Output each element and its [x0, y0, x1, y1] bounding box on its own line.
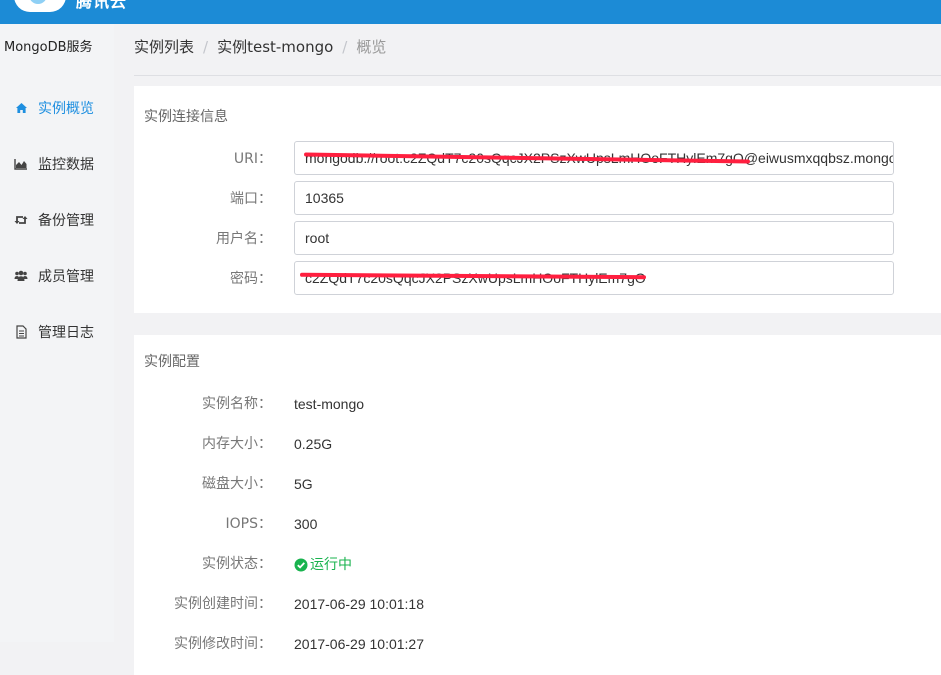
- username-value: root: [305, 230, 330, 246]
- top-bar: 腾讯云: [0, 0, 941, 24]
- info-label: 实例名称：: [202, 396, 272, 412]
- cloud-logo-icon: [14, 0, 66, 12]
- password-label: 密码：: [230, 271, 272, 287]
- breadcrumb: 实例列表 / 实例test-mongo / 概览: [134, 36, 386, 57]
- sidebar-nav: 实例概览 监控数据 备份管理 成员管理 管理日志: [0, 80, 114, 360]
- sidebar-item-label: 备份管理: [38, 213, 94, 229]
- section-title: 实例连接信息: [144, 109, 228, 125]
- area-chart-icon: [14, 157, 28, 171]
- sidebar-item-label: 实例概览: [38, 101, 94, 117]
- sidebar-item-backup[interactable]: 备份管理: [0, 192, 114, 248]
- info-label: 实例修改时间：: [174, 636, 272, 652]
- file-text-icon: [14, 325, 28, 339]
- section-title: 实例配置: [144, 354, 200, 370]
- port-label: 端口：: [230, 191, 272, 207]
- info-label: IOPS：: [225, 516, 272, 532]
- info-row-modified: 实例修改时间： 2017-06-29 10:01:27: [134, 634, 941, 654]
- uri-row: URI： mongodb://root:c2ZQdT7c20sQqcJX2PSz…: [134, 141, 941, 177]
- breadcrumb-current: 概览: [356, 38, 387, 56]
- retweet-icon: [14, 213, 28, 227]
- status-text: 运行中: [310, 556, 352, 572]
- port-field[interactable]: 10365: [294, 181, 894, 215]
- breadcrumb-separator: /: [342, 37, 348, 56]
- breadcrumb-instance-list[interactable]: 实例列表: [134, 36, 194, 57]
- disk-value: 5G: [294, 476, 313, 492]
- memory-value: 0.25G: [294, 436, 333, 452]
- info-row-created: 实例创建时间： 2017-06-29 10:01:18: [134, 594, 941, 614]
- info-label: 内存大小：: [202, 436, 272, 452]
- info-row-name: 实例名称： test-mongo: [134, 394, 941, 414]
- users-icon: [14, 269, 28, 283]
- status-badge: 运行中: [294, 554, 352, 574]
- password-row: 密码： c2ZQdT7c20sQqcJX2PSzXwUpsLmHOoFTHylE…: [134, 261, 941, 297]
- sidebar-item-monitoring[interactable]: 监控数据: [0, 136, 114, 192]
- connection-info-panel: 实例连接信息 URI： mongodb://root:c2ZQdT7c20sQq…: [134, 86, 941, 313]
- instance-name-value: test-mongo: [294, 396, 365, 412]
- username-row: 用户名： root: [134, 221, 941, 257]
- sidebar: MongoDB服务 实例概览 监控数据 备份管理 成员管理 管理日志: [0, 24, 115, 642]
- uri-label: URI：: [233, 151, 272, 167]
- brand-name: 腾讯云: [76, 0, 128, 11]
- info-label: 实例创建时间：: [174, 596, 272, 612]
- port-row: 端口： 10365: [134, 181, 941, 217]
- sidebar-item-members[interactable]: 成员管理: [0, 248, 114, 304]
- info-row-status: 实例状态： 运行中: [134, 554, 941, 574]
- brand-logo[interactable]: 腾讯云: [14, 0, 127, 12]
- service-title: MongoDB服务: [4, 40, 93, 55]
- created-time-value: 2017-06-29 10:01:18: [294, 596, 424, 612]
- main-content: 实例列表 / 实例test-mongo / 概览 实例连接信息 URI： mon…: [114, 24, 941, 675]
- sidebar-item-overview[interactable]: 实例概览: [0, 80, 114, 136]
- sidebar-item-label: 成员管理: [38, 269, 94, 285]
- home-icon: [14, 101, 28, 115]
- info-row-disk: 磁盘大小： 5G: [134, 474, 941, 494]
- info-label: 实例状态：: [202, 556, 272, 572]
- instance-config-panel: 实例配置 实例名称： test-mongo 内存大小： 0.25G 磁盘大小： …: [134, 335, 941, 675]
- sidebar-item-label: 监控数据: [38, 157, 94, 173]
- info-label: 磁盘大小：: [202, 476, 272, 492]
- header-divider: [134, 75, 941, 76]
- info-row-iops: IOPS： 300: [134, 514, 941, 534]
- iops-value: 300: [294, 516, 318, 532]
- sidebar-item-label: 管理日志: [38, 325, 94, 341]
- username-field[interactable]: root: [294, 221, 894, 255]
- modified-time-value: 2017-06-29 10:01:27: [294, 636, 424, 652]
- info-row-memory: 内存大小： 0.25G: [134, 434, 941, 454]
- port-value: 10365: [305, 190, 344, 206]
- check-circle-icon: [294, 557, 308, 572]
- sidebar-item-logs[interactable]: 管理日志: [0, 304, 114, 360]
- username-label: 用户名：: [216, 231, 272, 247]
- breadcrumb-instance[interactable]: 实例test-mongo: [217, 36, 333, 57]
- breadcrumb-separator: /: [203, 37, 209, 56]
